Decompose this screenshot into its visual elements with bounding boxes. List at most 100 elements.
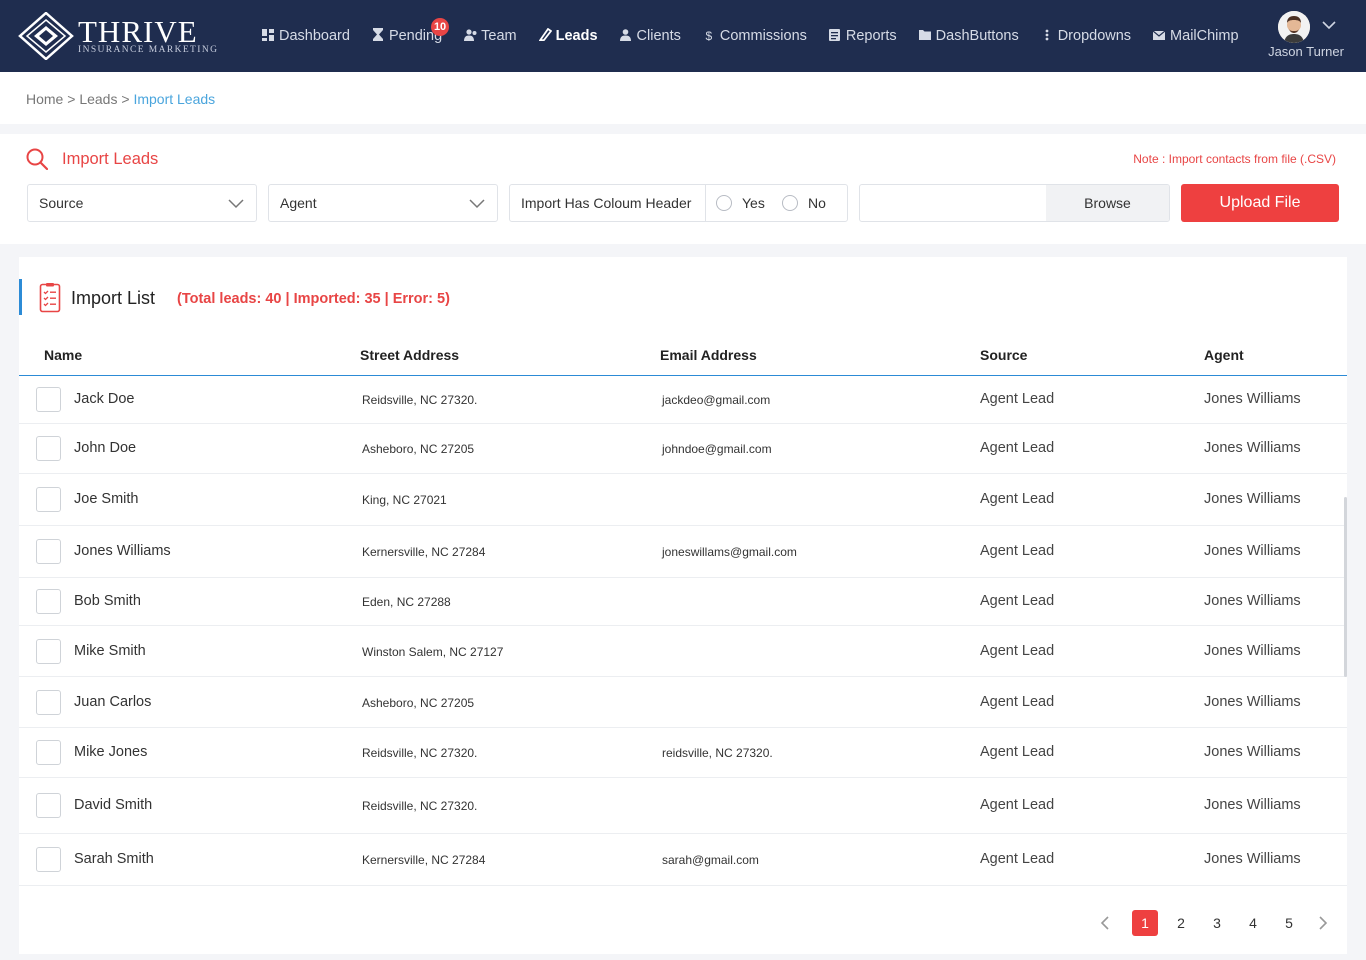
nav-clients[interactable]: Clients (620, 0, 681, 72)
nav-team[interactable]: Team (464, 0, 517, 72)
row-checkbox[interactable] (36, 589, 61, 614)
page-button[interactable]: 3 (1204, 910, 1230, 936)
import-leads-panel: Import Leads Note : Import contacts from… (0, 134, 1366, 244)
cell-name: Joe Smith (74, 491, 139, 507)
cell-street-address: Kernersville, NC 27284 (362, 853, 486, 867)
table-row[interactable]: Mike Jones Reidsville, NC 27320. reidsvill… (19, 728, 1347, 778)
dots-vertical-icon (1041, 29, 1053, 44)
pending-count-badge: 10 (430, 18, 450, 36)
row-checkbox[interactable] (36, 639, 61, 664)
table-row[interactable]: David Smith Reidsville, NC 27320. Agent Le… (19, 778, 1347, 834)
nav-commissions[interactable]: $ Commissions (703, 0, 807, 72)
table-row[interactable]: Mike Smith Winston Salem, NC 27127 Agent L… (19, 626, 1347, 677)
row-checkbox[interactable] (36, 690, 61, 715)
row-checkbox[interactable] (36, 793, 61, 818)
chevron-down-icon (469, 199, 485, 209)
nav-pending[interactable]: Pending 10 (372, 0, 450, 72)
table-row[interactable]: Jack Doe Reidsville, NC 27320. jackdeo@gma… (19, 376, 1347, 424)
leads-icon (537, 27, 552, 44)
cell-name: Sarah Smith (74, 851, 154, 867)
cell-agent: Jones Williams (1204, 694, 1301, 710)
chevron-down-icon[interactable] (1322, 18, 1336, 32)
row-checkbox[interactable] (36, 487, 61, 512)
chevron-left-icon[interactable] (1097, 915, 1113, 931)
team-icon (464, 28, 477, 44)
table-row[interactable]: Juan Carlos Asheboro, NC 27205 Agent Lead J… (19, 677, 1347, 728)
cell-source: Agent Lead (980, 851, 1055, 867)
import-leads-header: Import Leads (26, 146, 158, 172)
header-no-radio[interactable]: No (782, 195, 826, 211)
breadcrumb-home[interactable]: Home (26, 91, 63, 107)
cell-agent: Jones Williams (1204, 391, 1301, 407)
import-leads-title: Import Leads (62, 149, 159, 168)
nav-dashbuttons[interactable]: DashButtons (918, 0, 1019, 72)
cell-agent: Jones Williams (1204, 440, 1301, 456)
import-list-card: Import List (Total leads: 40 | Imported:… (19, 257, 1347, 954)
report-icon (829, 28, 841, 44)
table-row[interactable]: Jones Williams Kernersville, NC 27284 jone… (19, 526, 1347, 578)
section-accent-bar (19, 279, 22, 315)
page-button[interactable]: 4 (1240, 910, 1266, 936)
nav-mailchimp[interactable]: MailChimp (1152, 0, 1239, 72)
upload-file-button[interactable]: Upload File (1181, 184, 1339, 222)
avatar[interactable] (1278, 11, 1310, 43)
breadcrumb-current: Import Leads (133, 91, 216, 107)
nav-leads[interactable]: Leads (537, 0, 598, 72)
mail-icon (1152, 29, 1166, 43)
radio-circle[interactable] (716, 195, 732, 211)
column-header-street[interactable]: Street Address (360, 347, 459, 363)
cell-street-address: Kernersville, NC 27284 (362, 545, 486, 559)
cell-email-address: reidsville, NC 27320. (662, 746, 773, 760)
nav-reports[interactable]: Reports (829, 0, 897, 72)
breadcrumb-leads[interactable]: Leads (79, 91, 117, 107)
file-input[interactable]: Browse (859, 184, 1170, 222)
cell-street-address: Reidsville, NC 27320. (362, 393, 478, 407)
nav-label: Dashboard (279, 28, 350, 44)
radio-circle[interactable] (782, 195, 798, 211)
page-button[interactable]: 5 (1276, 910, 1302, 936)
search-icon (26, 148, 48, 170)
nav-dashboard[interactable]: Dashboard (262, 0, 350, 72)
source-select[interactable]: Source (27, 184, 257, 222)
nav-dropdowns[interactable]: Dropdowns (1041, 0, 1131, 72)
header-yes-radio[interactable]: Yes (716, 195, 765, 211)
page-button[interactable]: 2 (1168, 910, 1194, 936)
row-checkbox[interactable] (36, 740, 61, 765)
column-header-agent[interactable]: Agent (1204, 347, 1244, 363)
column-header-label: Import Has Coloum Header (521, 195, 692, 211)
cell-source: Agent Lead (980, 744, 1055, 760)
column-header-source[interactable]: Source (980, 347, 1027, 363)
cell-street-address: Reidsville, NC 27320. (362, 799, 478, 813)
top-navbar: THRIVE INSURANCE MARKETING Dashboard Pen… (0, 0, 1366, 72)
brand-logo[interactable]: THRIVE INSURANCE MARKETING (18, 12, 218, 60)
cell-name: Jack Doe (74, 391, 135, 407)
column-header-name[interactable]: Name (44, 347, 82, 363)
chevron-right-icon[interactable] (1315, 915, 1331, 931)
cell-street-address: King, NC 27021 (362, 493, 447, 507)
row-checkbox[interactable] (36, 539, 61, 564)
table-row[interactable]: Joe Smith King, NC 27021 Agent Lead Jones W… (19, 474, 1347, 526)
table-row[interactable]: Sarah Smith Kernersville, NC 27284 sarah@g… (19, 834, 1347, 886)
cell-name: Mike Jones (74, 744, 148, 760)
table-header: Name Street Address Email Address Source… (19, 343, 1347, 376)
radio-label-no: No (808, 195, 826, 211)
table-row[interactable]: Bob Smith Eden, NC 27288 Agent Lead Jones W… (19, 578, 1347, 626)
cell-street-address: Winston Salem, NC 27127 (362, 645, 504, 659)
cell-email-address: johndoe@gmail.com (662, 442, 772, 456)
cell-email-address: joneswillams@gmail.com (662, 545, 797, 559)
folder-icon (918, 29, 931, 43)
column-header-email[interactable]: Email Address (660, 347, 757, 363)
column-header-option: Import Has Coloum Header Yes No (509, 184, 848, 222)
row-checkbox[interactable] (36, 847, 61, 872)
user-menu[interactable]: Jason Turner (1262, 8, 1352, 64)
breadcrumb-separator: > (67, 91, 76, 107)
page-button[interactable]: 1 (1132, 910, 1158, 936)
row-checkbox[interactable] (36, 387, 61, 412)
scrollbar-thumb[interactable] (1344, 497, 1347, 677)
agent-select[interactable]: Agent (268, 184, 498, 222)
table-row[interactable]: John Doe Asheboro, NC 27205 johndoe@gmail.… (19, 424, 1347, 474)
dashboard-icon (262, 28, 274, 44)
nav-label: Dropdowns (1057, 28, 1132, 44)
browse-button[interactable]: Browse (1046, 185, 1169, 221)
row-checkbox[interactable] (36, 436, 61, 461)
